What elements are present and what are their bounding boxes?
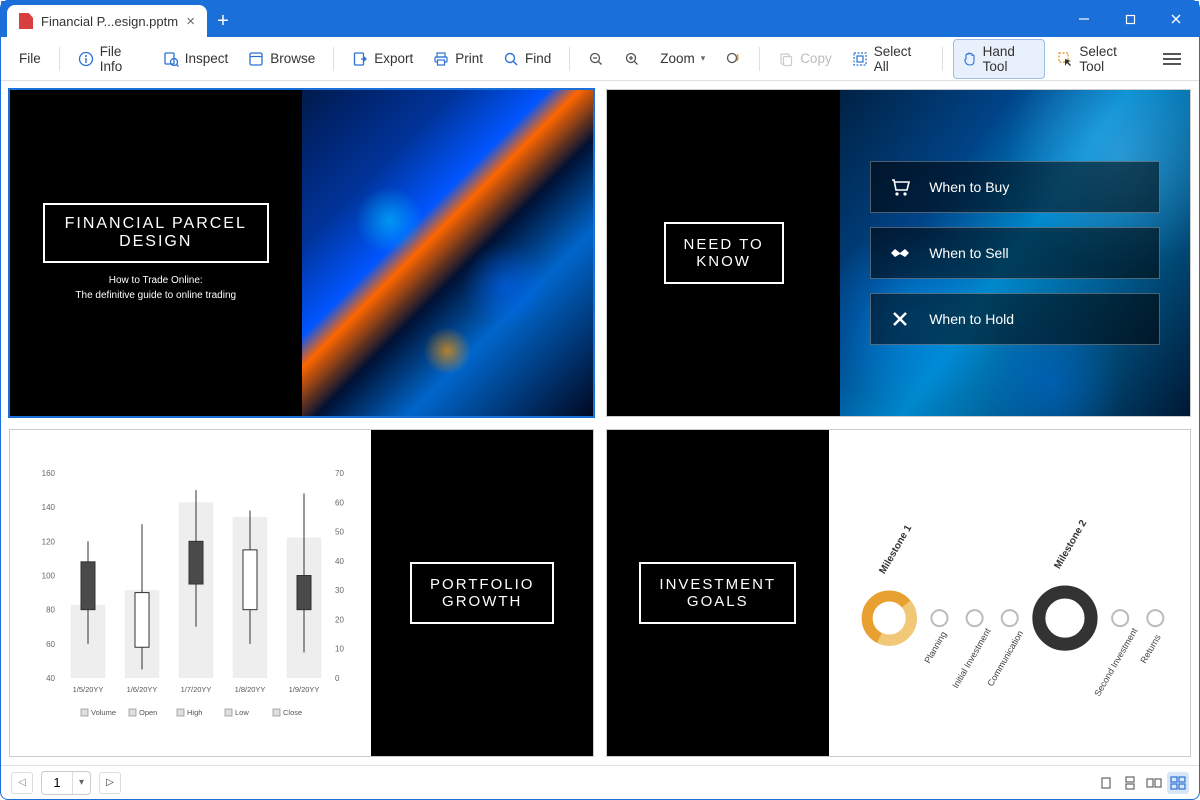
page-number-combo[interactable]: ▾ [41, 771, 91, 795]
view-two-page-button[interactable] [1143, 772, 1165, 794]
close-tab-icon[interactable]: × [186, 13, 195, 30]
svg-text:60: 60 [46, 640, 55, 649]
view-continuous-button[interactable] [1119, 772, 1141, 794]
view-grid-button[interactable] [1167, 772, 1189, 794]
find-button[interactable]: Find [495, 46, 559, 72]
select-tool-button[interactable]: Select Tool [1049, 39, 1147, 79]
view-single-button[interactable] [1095, 772, 1117, 794]
svg-text:Close: Close [283, 708, 302, 717]
slide-2-image: When to Buy When to Sell When to Hold [840, 90, 1190, 416]
document-tab[interactable]: Financial P...esign.pptm × [7, 5, 207, 37]
file-info-button[interactable]: File Info [70, 39, 151, 79]
list-item-label: When to Sell [929, 245, 1008, 261]
inspect-icon [163, 51, 179, 67]
svg-text:120: 120 [41, 537, 55, 546]
toolbar: File File Info Inspect Browse Export Pri… [1, 37, 1199, 81]
info-icon [78, 51, 94, 67]
minimize-button[interactable] [1061, 1, 1107, 37]
svg-text:70: 70 [335, 469, 344, 478]
titlebar: Financial P...esign.pptm × + [1, 1, 1199, 37]
slide-3-chart: 40 60 80 100 120 140 160 0 10 20 30 40 50 60 70 1/5/20Y… [10, 430, 371, 756]
svg-text:1/5/20YY: 1/5/20YY [72, 685, 103, 694]
x-icon [889, 308, 911, 330]
slide-3-title: PORTFOLIO GROWTH [410, 562, 554, 624]
svg-text:40: 40 [335, 557, 344, 566]
list-item-hold: When to Hold [870, 293, 1160, 345]
svg-text:High: High [187, 708, 202, 717]
svg-text:Open: Open [139, 708, 157, 717]
svg-text:1/9/20YY: 1/9/20YY [288, 685, 319, 694]
browse-button[interactable]: Browse [240, 46, 323, 72]
svg-text:0: 0 [335, 674, 340, 683]
tab-title: Financial P...esign.pptm [41, 14, 178, 29]
slide-1[interactable]: FINANCIAL PARCEL DESIGN How to Trade Onl… [9, 89, 594, 417]
hand-icon [961, 51, 977, 67]
copy-button: Copy [770, 46, 840, 72]
file-menu[interactable]: File [11, 46, 49, 71]
list-item-label: When to Buy [929, 179, 1009, 195]
svg-text:Low: Low [235, 708, 249, 717]
list-item-buy: When to Buy [870, 161, 1160, 213]
svg-text:40: 40 [46, 674, 55, 683]
slide-1-image [302, 90, 594, 416]
list-item-sell: When to Sell [870, 227, 1160, 279]
slide-4[interactable]: INVESTMENT GOALS Milestone 1 Milestone 2 [606, 429, 1191, 757]
zoom-in-icon [624, 51, 640, 67]
statusbar: ◁ ▾ ▷ [1, 765, 1199, 799]
close-window-button[interactable] [1153, 1, 1199, 37]
hamburger-menu[interactable] [1155, 48, 1189, 70]
hand-tool-button[interactable]: Hand Tool [953, 39, 1046, 79]
slide-4-title: INVESTMENT GOALS [639, 562, 796, 624]
document-icon [19, 13, 33, 29]
slide-4-diagram: Milestone 1 Milestone 2 Planning Initial… [829, 430, 1190, 756]
slide-2[interactable]: NEED TO KNOW When to Buy When to Sell Wh… [606, 89, 1191, 417]
chevron-down-icon[interactable]: ▾ [72, 772, 90, 794]
slide-2-title: NEED TO KNOW [664, 222, 784, 284]
svg-text:30: 30 [335, 586, 344, 595]
svg-text:Volume: Volume [91, 708, 116, 717]
select-all-button[interactable]: Select All [844, 39, 932, 79]
svg-text:80: 80 [46, 606, 55, 615]
svg-text:1/6/20YY: 1/6/20YY [126, 685, 157, 694]
svg-text:100: 100 [41, 572, 55, 581]
list-item-label: When to Hold [929, 311, 1014, 327]
zoom-out-button[interactable] [580, 46, 612, 72]
svg-text:20: 20 [335, 615, 344, 624]
zoom-in-button[interactable] [616, 46, 648, 72]
menu-icon [1163, 53, 1181, 65]
export-button[interactable]: Export [344, 46, 421, 72]
browse-icon [248, 51, 264, 67]
slide-1-title: FINANCIAL PARCEL DESIGN [43, 203, 269, 263]
svg-text:50: 50 [335, 528, 344, 537]
svg-text:140: 140 [41, 503, 55, 512]
print-button[interactable]: Print [425, 46, 491, 72]
svg-text:1/8/20YY: 1/8/20YY [234, 685, 265, 694]
export-icon [352, 51, 368, 67]
handshake-icon [889, 242, 911, 264]
next-page-button[interactable]: ▷ [99, 772, 121, 794]
select-tool-icon [1057, 51, 1073, 67]
zoom-reset-button[interactable] [717, 46, 749, 72]
slide-canvas[interactable]: FINANCIAL PARCEL DESIGN How to Trade Onl… [1, 81, 1199, 765]
svg-text:1/7/20YY: 1/7/20YY [180, 685, 211, 694]
print-icon [433, 51, 449, 67]
svg-text:10: 10 [335, 645, 344, 654]
inspect-button[interactable]: Inspect [155, 46, 237, 72]
zoom-out-icon [588, 51, 604, 67]
zoom-menu[interactable]: Zoom ▾ [652, 46, 713, 71]
chevron-down-icon: ▾ [701, 53, 706, 64]
cart-icon [889, 176, 911, 198]
search-icon [503, 51, 519, 67]
copy-icon [778, 51, 794, 67]
prev-page-button[interactable]: ◁ [11, 772, 33, 794]
slide-3[interactable]: 40 60 80 100 120 140 160 0 10 20 30 40 50 60 70 1/5/20Y… [9, 429, 594, 757]
page-number-input[interactable] [42, 775, 72, 790]
zoom-reset-icon [725, 51, 741, 67]
svg-text:160: 160 [41, 469, 55, 478]
svg-text:60: 60 [335, 498, 344, 507]
new-tab-button[interactable]: + [207, 5, 239, 37]
maximize-button[interactable] [1107, 1, 1153, 37]
slide-1-subtitle: How to Trade Online: The definitive guid… [75, 273, 236, 303]
select-all-icon [852, 51, 868, 67]
